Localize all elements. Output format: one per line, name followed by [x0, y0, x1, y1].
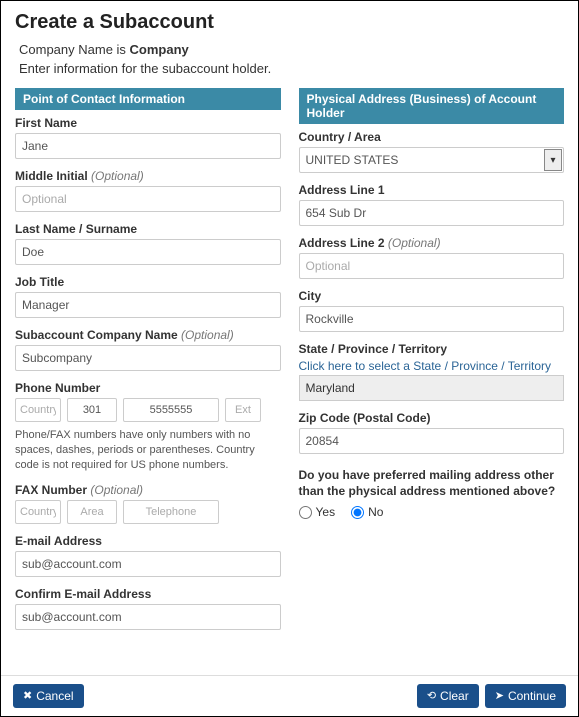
right-column: Physical Address (Business) of Account H…	[299, 88, 565, 640]
phone-tel-input[interactable]	[123, 398, 219, 422]
company-name: Company	[130, 42, 189, 57]
sub-company-input[interactable]	[15, 345, 281, 371]
phone-ext-input[interactable]	[225, 398, 261, 422]
continue-label: Continue	[508, 689, 556, 703]
middle-initial-input[interactable]	[15, 186, 281, 212]
middle-initial-label-text: Middle Initial	[15, 169, 91, 183]
cancel-label: Cancel	[36, 689, 73, 703]
email-input[interactable]	[15, 551, 281, 577]
job-title-label: Job Title	[15, 275, 281, 289]
confirm-email-input[interactable]	[15, 604, 281, 630]
footer-bar: ✖ Cancel ⟲ Clear ➤ Continue	[1, 675, 578, 716]
zip-input[interactable]	[299, 428, 565, 454]
fax-label-text: FAX Number	[15, 483, 90, 497]
addr2-label: Address Line 2 (Optional)	[299, 236, 565, 250]
sub-company-label-text: Subaccount Company Name	[15, 328, 181, 342]
mailing-no-option[interactable]: No	[351, 505, 383, 519]
phone-country-input[interactable]	[15, 398, 61, 422]
mailing-yes-radio[interactable]	[299, 506, 312, 519]
sub-company-label: Subaccount Company Name (Optional)	[15, 328, 281, 342]
state-value-box: Maryland	[299, 375, 565, 401]
middle-initial-optional: (Optional)	[91, 169, 144, 183]
middle-initial-label: Middle Initial (Optional)	[15, 169, 281, 183]
mailing-yes-label: Yes	[316, 505, 336, 519]
continue-icon: ➤	[495, 691, 504, 702]
city-label: City	[299, 289, 565, 303]
phone-area-input[interactable]	[67, 398, 117, 422]
fax-country-input[interactable]	[15, 500, 61, 524]
job-title-input[interactable]	[15, 292, 281, 318]
last-name-input[interactable]	[15, 239, 281, 265]
sub-intro: Enter information for the subaccount hol…	[19, 61, 564, 76]
country-label: Country / Area	[299, 130, 565, 144]
addr1-input[interactable]	[299, 200, 565, 226]
fax-area-input[interactable]	[67, 500, 117, 524]
intro-line: Company Name is Company	[19, 42, 564, 57]
mailing-no-label: No	[368, 505, 383, 519]
page-title: Create a Subaccount	[15, 11, 564, 34]
confirm-email-label: Confirm E-mail Address	[15, 587, 281, 601]
fax-tel-input[interactable]	[123, 500, 219, 524]
state-label: State / Province / Territory	[299, 342, 565, 356]
email-label: E-mail Address	[15, 534, 281, 548]
zip-label: Zip Code (Postal Code)	[299, 411, 565, 425]
country-select[interactable]	[299, 147, 565, 173]
phone-help-text: Phone/FAX numbers have only numbers with…	[15, 428, 281, 473]
fax-optional: (Optional)	[90, 483, 143, 497]
clear-button[interactable]: ⟲ Clear	[417, 684, 479, 708]
poc-section-header: Point of Contact Information	[15, 88, 281, 110]
cancel-button[interactable]: ✖ Cancel	[13, 684, 84, 708]
phone-label: Phone Number	[15, 381, 281, 395]
first-name-label: First Name	[15, 116, 281, 130]
last-name-label: Last Name / Surname	[15, 222, 281, 236]
first-name-input[interactable]	[15, 133, 281, 159]
addr1-label: Address Line 1	[299, 183, 565, 197]
fax-label: FAX Number (Optional)	[15, 483, 281, 497]
city-input[interactable]	[299, 306, 565, 332]
state-select-link[interactable]: Click here to select a State / Province …	[299, 359, 565, 373]
left-column: Point of Contact Information First Name …	[15, 88, 281, 640]
clear-label: Clear	[440, 689, 469, 703]
intro-prefix: Company Name is	[19, 42, 130, 57]
mailing-question: Do you have preferred mailing address ot…	[299, 468, 565, 499]
cancel-icon: ✖	[23, 691, 32, 702]
mailing-no-radio[interactable]	[351, 506, 364, 519]
sub-company-optional: (Optional)	[181, 328, 234, 342]
addr2-input[interactable]	[299, 253, 565, 279]
address-section-header: Physical Address (Business) of Account H…	[299, 88, 565, 124]
clear-icon: ⟲	[427, 691, 436, 702]
addr2-optional: (Optional)	[388, 236, 441, 250]
mailing-yes-option[interactable]: Yes	[299, 505, 336, 519]
addr2-label-text: Address Line 2	[299, 236, 388, 250]
continue-button[interactable]: ➤ Continue	[485, 684, 566, 708]
